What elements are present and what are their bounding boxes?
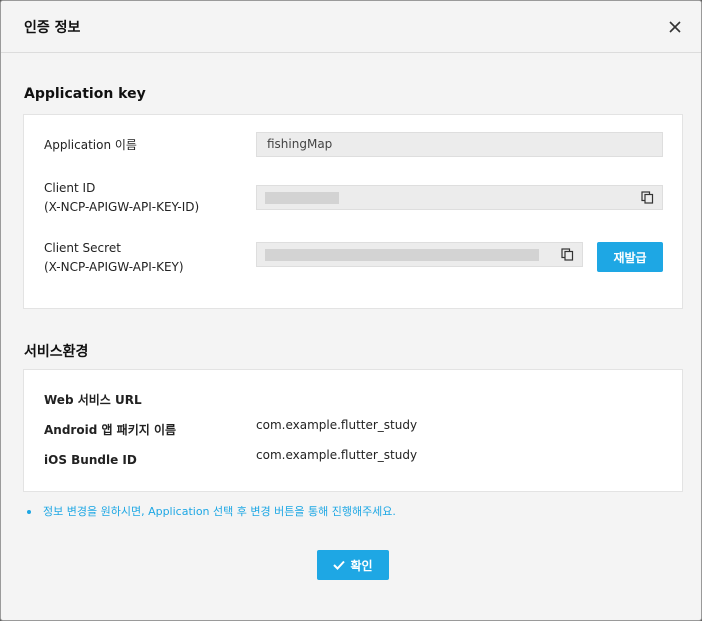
modal-title: 인증 정보 bbox=[24, 20, 81, 36]
modal-header: 인증 정보 bbox=[1, 1, 701, 53]
application-key-card: Application 이름 fishingMap Client ID (X-N… bbox=[23, 114, 683, 309]
web-url-label: Web 서비스 URL bbox=[44, 393, 142, 407]
app-name-label: Application 이름 bbox=[44, 138, 137, 152]
info-note-text: 정보 변경을 원하시면, Application 선택 후 변경 버튼을 통해 … bbox=[43, 505, 396, 518]
copy-icon[interactable] bbox=[641, 191, 654, 204]
service-env-card: Web 서비스 URL Android 앱 패키지 이름 com.example… bbox=[23, 369, 683, 492]
client-id-label-line1: Client ID bbox=[44, 181, 96, 195]
reissue-button[interactable]: 재발급 bbox=[597, 242, 663, 272]
client-secret-label-line2: (X-NCP-APIGW-API-KEY) bbox=[44, 260, 184, 274]
service-env-title: 서비스환경 bbox=[24, 344, 89, 360]
close-icon[interactable] bbox=[667, 19, 683, 35]
confirm-button[interactable]: 확인 bbox=[317, 550, 389, 580]
android-package-value: com.example.flutter_study bbox=[256, 418, 418, 432]
check-icon bbox=[333, 560, 346, 570]
application-key-title: Application key bbox=[24, 86, 146, 102]
copy-icon[interactable] bbox=[561, 248, 574, 261]
android-package-label: Android 앱 패키지 이름 bbox=[44, 423, 177, 437]
app-name-field[interactable]: fishingMap bbox=[256, 132, 663, 157]
client-id-label-line2: (X-NCP-APIGW-API-KEY-ID) bbox=[44, 200, 200, 214]
client-id-masked-value bbox=[265, 192, 339, 204]
ios-bundle-value: com.example.flutter_study bbox=[256, 448, 418, 462]
client-secret-field[interactable] bbox=[256, 242, 583, 267]
ios-bundle-label: iOS Bundle ID bbox=[44, 453, 137, 467]
client-id-field[interactable] bbox=[256, 185, 663, 210]
client-secret-label-line1: Client Secret bbox=[44, 241, 121, 255]
client-secret-masked-value bbox=[265, 249, 539, 261]
auth-info-modal: 인증 정보 Application key Application 이름 fis… bbox=[0, 0, 702, 621]
confirm-label: 확인 bbox=[350, 558, 373, 573]
info-note: 정보 변경을 원하시면, Application 선택 후 변경 버튼을 통해 … bbox=[27, 503, 396, 519]
bullet-icon bbox=[27, 510, 31, 514]
